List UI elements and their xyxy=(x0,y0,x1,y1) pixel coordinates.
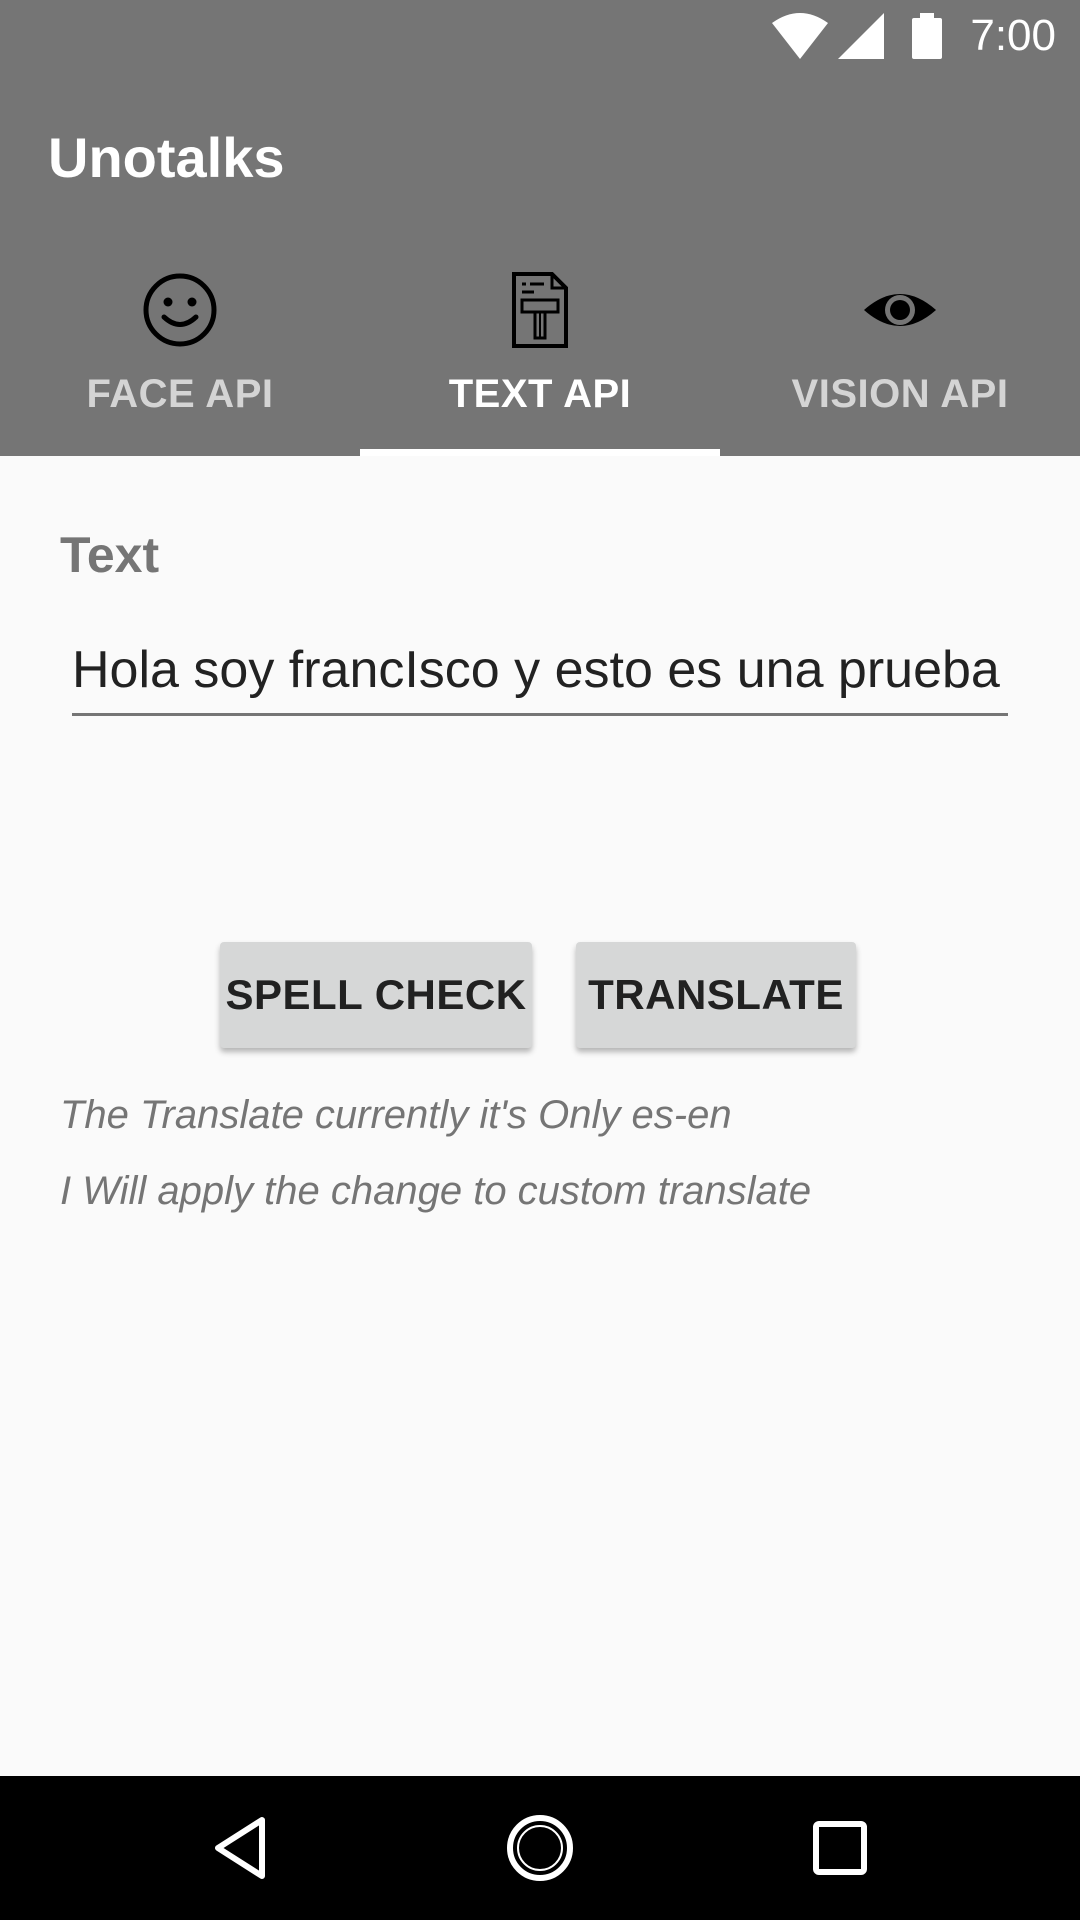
back-button[interactable] xyxy=(168,1776,312,1920)
text-input[interactable]: Hola soy francIsco y esto es una prueba xyxy=(72,640,1008,716)
text-document-icon xyxy=(512,272,568,348)
navigation-bar xyxy=(0,1776,1080,1920)
wifi-icon xyxy=(772,13,829,59)
status-time: 7:00 xyxy=(970,11,1056,60)
translate-button[interactable]: TRANSLATE xyxy=(576,942,856,1048)
home-button[interactable] xyxy=(468,1776,612,1920)
app-bar: 7:00 Unotalks FACE API TEXT API VISION A… xyxy=(0,0,1080,456)
battery-icon xyxy=(912,13,943,59)
recent-apps-button[interactable] xyxy=(768,1776,912,1920)
tab-text-api[interactable]: TEXT API xyxy=(360,246,720,456)
status-bar: 7:00 xyxy=(0,0,1080,72)
cellular-signal-icon xyxy=(838,13,885,59)
tab-bar: FACE API TEXT API VISION API xyxy=(0,246,1080,456)
smiley-face-icon xyxy=(143,273,217,347)
tab-text-api-label: TEXT API xyxy=(448,372,632,416)
tab-vision-api-label: VISION API xyxy=(791,372,1009,416)
text-input-value: Hola soy francIsco y esto es una prueba xyxy=(72,641,1000,699)
spell-check-button[interactable]: SPELL CHECK xyxy=(220,942,532,1048)
tab-vision-api[interactable]: VISION API xyxy=(720,246,1080,456)
app-title: Unotalks xyxy=(48,126,285,189)
text-field-label: Text xyxy=(60,527,160,583)
custom-translate-note: I Will apply the change to custom transl… xyxy=(60,1169,812,1213)
recent-apps-square-icon xyxy=(813,1821,867,1875)
status-icons: 7:00 xyxy=(772,10,1056,62)
home-circle-icon xyxy=(507,1815,573,1881)
active-tab-indicator xyxy=(360,449,720,456)
tab-face-api-label: FACE API xyxy=(86,372,274,416)
tab-face-api[interactable]: FACE API xyxy=(0,246,360,456)
back-triangle-icon xyxy=(215,1817,265,1879)
eye-icon xyxy=(864,294,936,326)
translate-note: The Translate currently it's Only es-en xyxy=(60,1093,732,1137)
